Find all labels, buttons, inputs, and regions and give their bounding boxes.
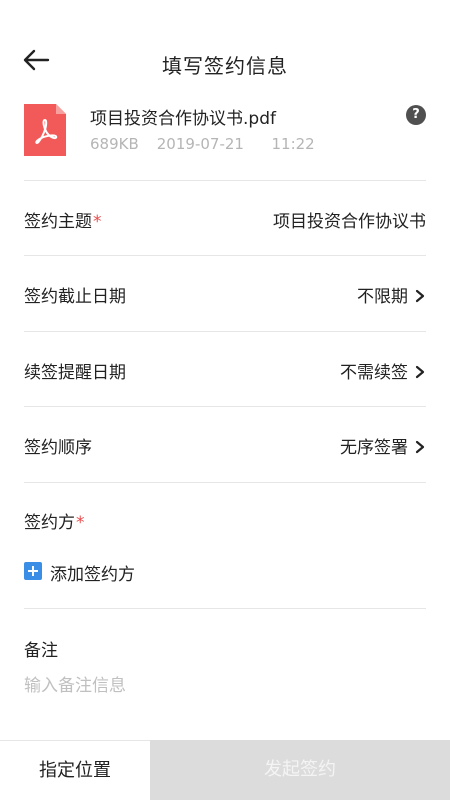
renewal-reminder-label: 续签提醒日期 (24, 363, 126, 383)
divider (24, 482, 426, 483)
pdf-file-icon (24, 104, 66, 156)
question-circle-icon[interactable]: ? (406, 105, 426, 125)
sign-order-value: 无序签署 (340, 433, 426, 458)
sign-info-page: 填写签约信息 项目投资合作协议书.pdf 689KB 2019-07-21 11:… (0, 0, 450, 800)
chevron-right-icon (415, 289, 425, 303)
parties-label: 签约方* (24, 513, 85, 533)
subject-label: 签约主题* (24, 212, 102, 232)
header-bar: 填写签约信息 (0, 38, 450, 86)
required-mark: * (76, 513, 85, 533)
deadline-label: 签约截止日期 (24, 287, 126, 307)
specify-position-button[interactable]: 指定位置 (0, 740, 150, 800)
sign-order-label: 签约顺序 (24, 438, 92, 458)
file-info: 项目投资合作协议书.pdf 689KB 2019-07-21 11:22 ? (24, 100, 426, 160)
subject-value: 项目投资合作协议书 (273, 212, 426, 232)
deadline-row[interactable]: 签约截止日期 不限期 (24, 256, 426, 331)
add-party-label: 添加签约方 (50, 565, 135, 585)
divider (24, 608, 426, 609)
plus-square-icon (24, 562, 42, 580)
required-mark: * (93, 212, 102, 232)
file-date: 2019-07-21 (156, 135, 244, 153)
subject-row[interactable]: 签约主题* 项目投资合作协议书 (24, 181, 426, 256)
remark-label: 备注 (24, 641, 58, 661)
initiate-signing-button[interactable]: 发起签约 (150, 740, 450, 800)
file-time: 11:22 (271, 135, 315, 153)
deadline-value: 不限期 (357, 282, 426, 307)
remark-input[interactable] (24, 672, 426, 700)
file-name: 项目投资合作协议书.pdf (90, 109, 276, 129)
renewal-reminder-value: 不需续签 (340, 358, 426, 383)
file-size: 689KB (90, 135, 139, 153)
chevron-right-icon (415, 440, 425, 454)
page-title: 填写签约信息 (162, 54, 288, 78)
chevron-right-icon (415, 365, 425, 379)
sign-order-row[interactable]: 签约顺序 无序签署 (24, 407, 426, 482)
file-meta: 689KB 2019-07-21 11:22 (90, 135, 315, 153)
bottom-action-bar: 指定位置 发起签约 (0, 740, 450, 800)
renewal-reminder-row[interactable]: 续签提醒日期 不需续签 (24, 332, 426, 407)
